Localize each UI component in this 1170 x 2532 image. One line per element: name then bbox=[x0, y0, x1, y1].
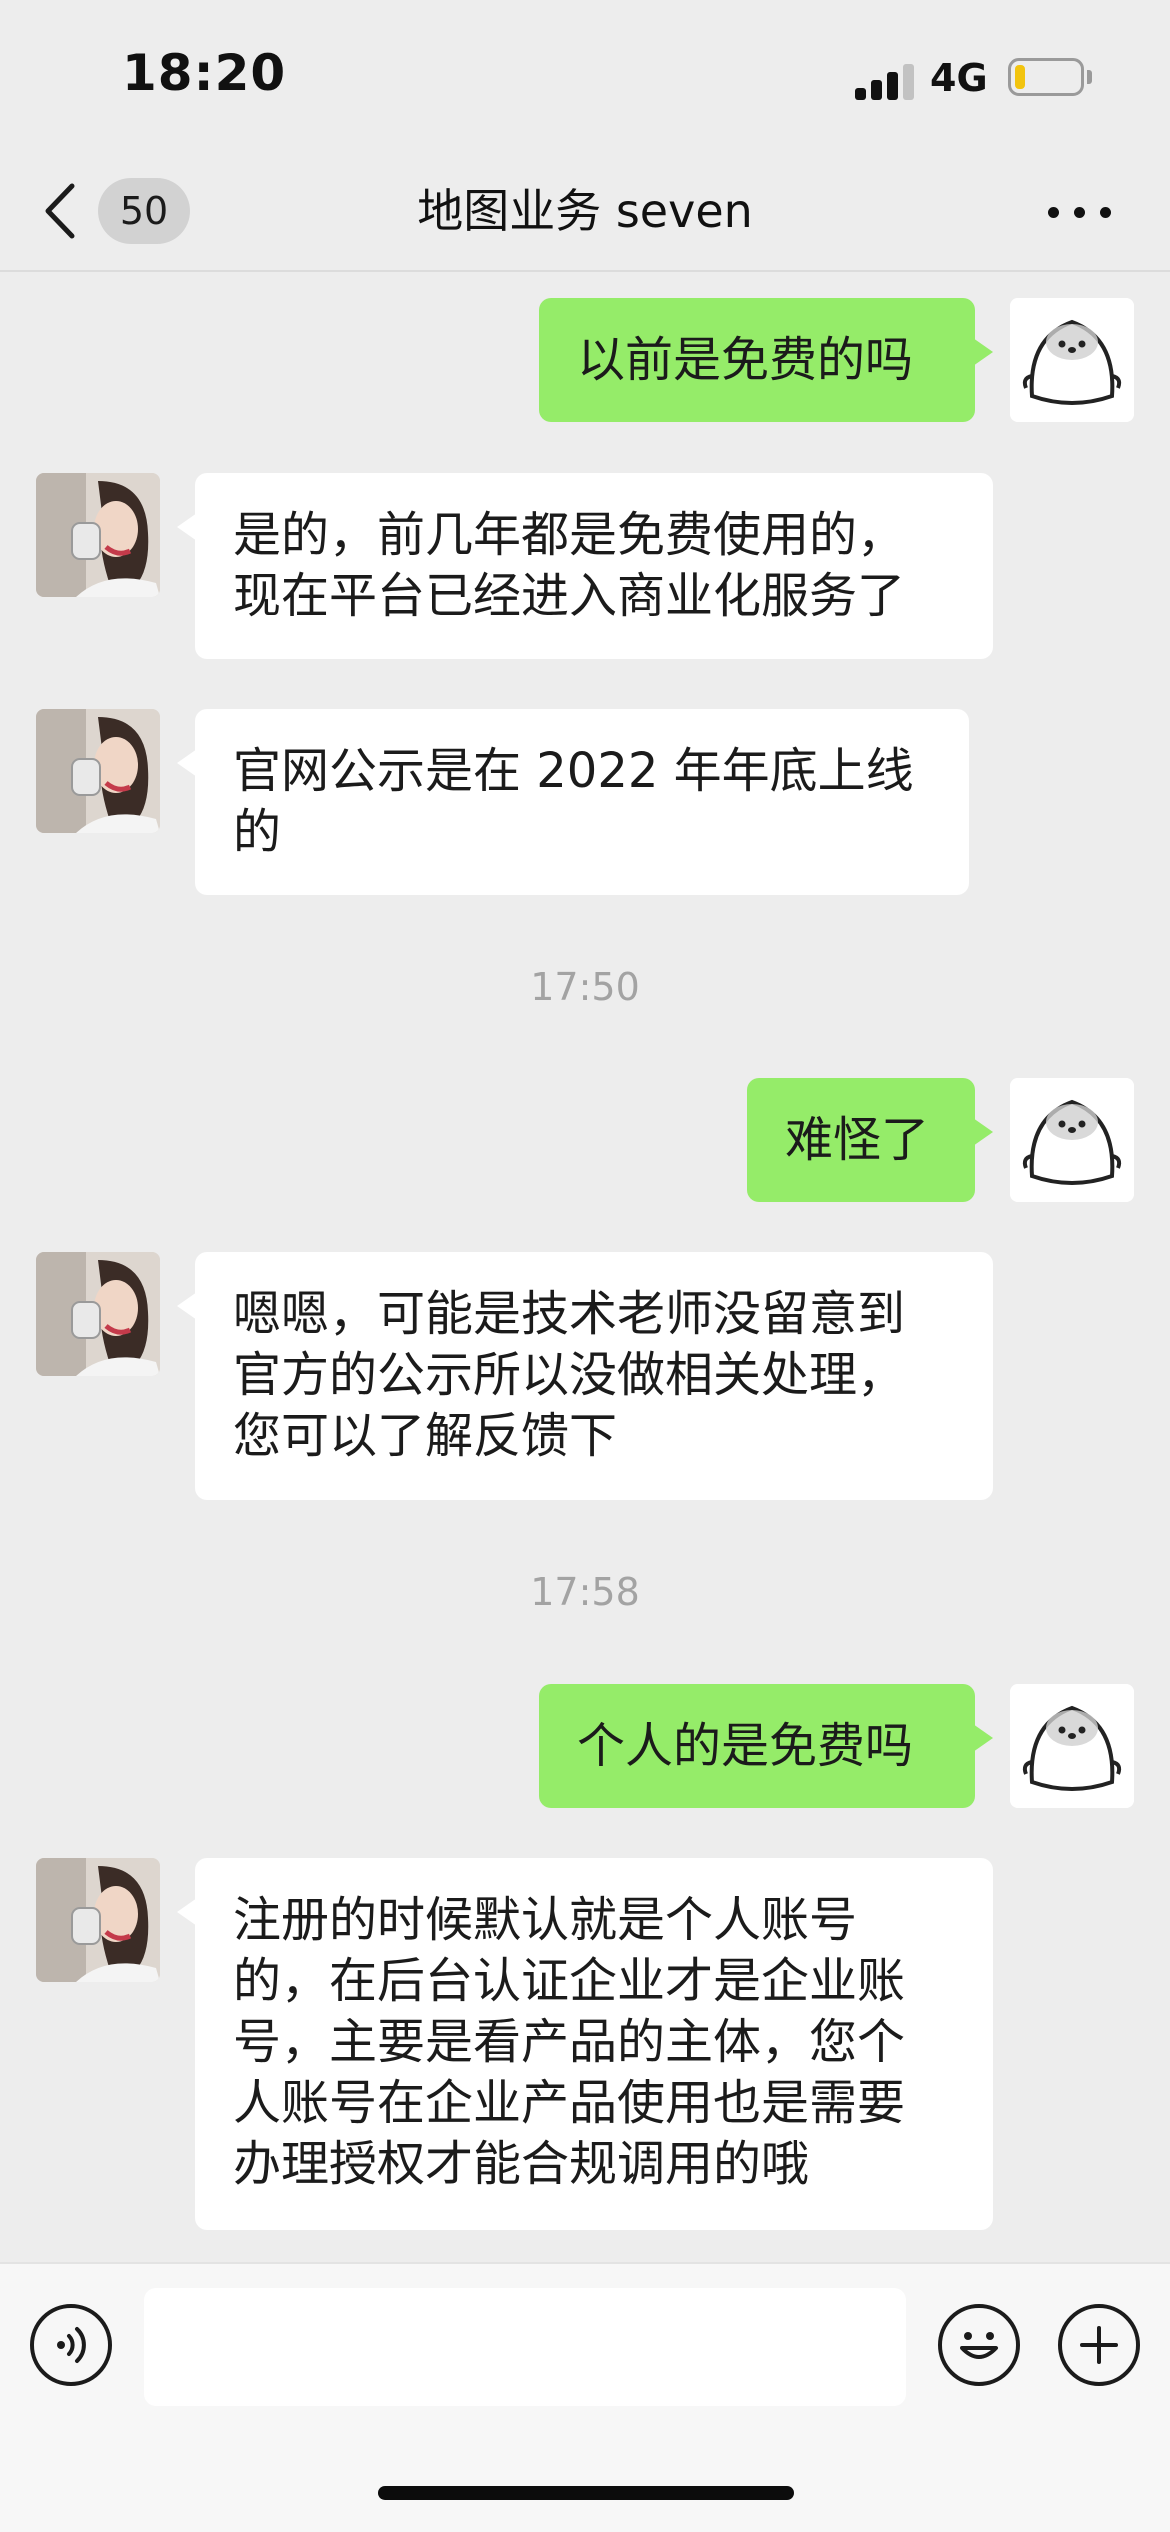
self-avatar[interactable] bbox=[1010, 1078, 1134, 1202]
emoji-button[interactable] bbox=[938, 2304, 1020, 2386]
home-indicator bbox=[378, 2486, 794, 2500]
contact-avatar[interactable] bbox=[36, 709, 160, 833]
nav-bar: 50 地图业务 seven bbox=[0, 150, 1170, 272]
outgoing-message-bubble[interactable]: 以前是免费的吗 bbox=[539, 298, 993, 422]
status-bar: 18:20 4G bbox=[0, 0, 1170, 150]
more-button[interactable] bbox=[1048, 194, 1118, 230]
emoji-icon bbox=[960, 2332, 998, 2359]
self-avatar[interactable] bbox=[1010, 298, 1134, 422]
voice-button[interactable] bbox=[30, 2304, 112, 2386]
chat-title: 地图业务 seven bbox=[417, 184, 753, 238]
outgoing-message-bubble[interactable]: 难怪了 bbox=[747, 1078, 993, 1202]
unread-badge: 50 bbox=[98, 178, 190, 244]
battery-level bbox=[1015, 65, 1025, 89]
contact-avatar[interactable] bbox=[36, 1252, 160, 1376]
back-button[interactable]: 50 bbox=[40, 176, 200, 246]
battery-tip bbox=[1087, 70, 1092, 84]
signal-icon bbox=[855, 62, 915, 100]
message-input[interactable] bbox=[144, 2288, 906, 2406]
timestamp-divider: 17:58 bbox=[530, 1570, 640, 1614]
incoming-message-bubble[interactable]: 注册的时候默认就是个人账号 的，在后台认证企业才是企业账 号，主要是看产品的主体… bbox=[177, 1858, 993, 2230]
chevron-left-icon bbox=[45, 183, 75, 239]
plus-button[interactable] bbox=[1058, 2304, 1140, 2386]
voice-icon bbox=[57, 2327, 86, 2363]
plus-icon bbox=[1080, 2326, 1118, 2364]
more-dots-icon bbox=[1048, 207, 1059, 218]
outgoing-message-bubble[interactable]: 个人的是免费吗 bbox=[539, 1684, 993, 1808]
status-time: 18:20 bbox=[122, 44, 287, 102]
timestamp-divider: 17:50 bbox=[530, 965, 640, 1009]
battery-icon bbox=[1008, 58, 1084, 96]
incoming-message-bubble[interactable]: 是的，前几年都是免费使用的， 现在平台已经进入商业化服务了 bbox=[177, 473, 993, 659]
contact-avatar[interactable] bbox=[36, 1858, 160, 1982]
self-avatar[interactable] bbox=[1010, 1684, 1134, 1808]
contact-avatar[interactable] bbox=[36, 473, 160, 597]
incoming-message-bubble[interactable]: 官网公示是在 2022 年年底上线 的 bbox=[177, 709, 969, 895]
incoming-message-bubble[interactable]: 嗯嗯，可能是技术老师没留意到 官方的公示所以没做相关处理， 您可以了解反馈下 bbox=[177, 1252, 993, 1500]
network-type: 4G bbox=[930, 56, 988, 100]
